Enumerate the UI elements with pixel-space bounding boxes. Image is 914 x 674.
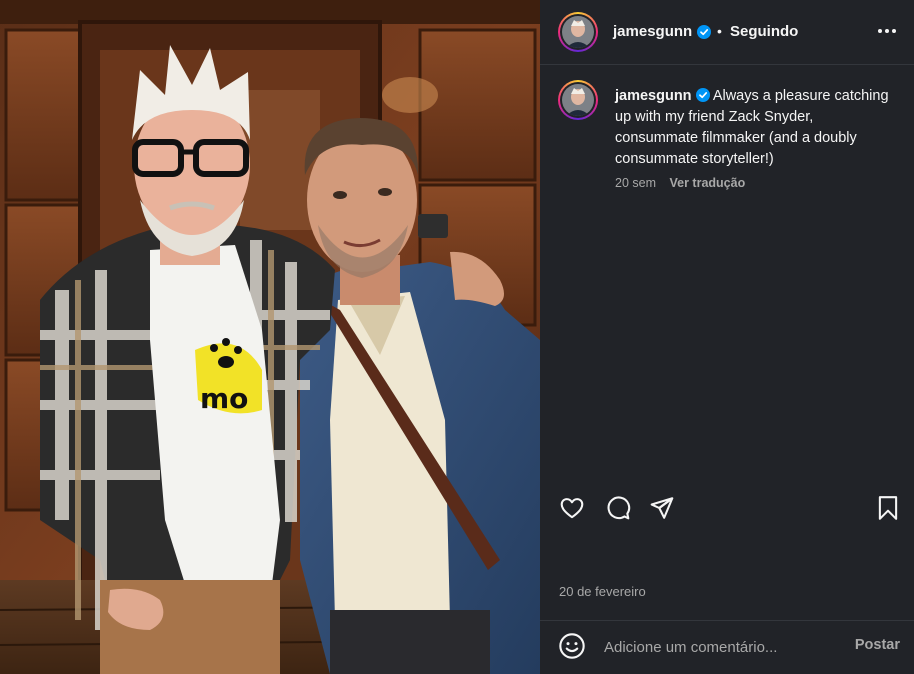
more-options-icon[interactable]	[876, 22, 898, 40]
caption-meta: 20 sem Ver tradução	[615, 176, 745, 190]
avatar-image	[562, 84, 594, 116]
following-button[interactable]: Seguindo	[730, 23, 798, 40]
bookmark-icon	[878, 496, 898, 520]
caption-time[interactable]: 20 sem	[615, 176, 656, 190]
comment-input[interactable]	[602, 634, 836, 660]
post-side-panel: jamesgunn • Seguindo jamesgunn Always a …	[540, 0, 914, 674]
actions-divider	[540, 478, 914, 479]
post-photo-illustration: mo	[0, 0, 540, 674]
caption-username[interactable]: jamesgunn	[615, 88, 692, 104]
avatar-image	[562, 16, 594, 48]
verified-badge-icon	[697, 25, 711, 39]
comment-bar: Postar	[540, 620, 914, 674]
save-button[interactable]	[874, 494, 902, 522]
header-divider	[540, 64, 914, 65]
post-comment-button[interactable]: Postar	[855, 637, 900, 653]
comment-button[interactable]	[604, 494, 632, 522]
avatar[interactable]	[558, 12, 598, 52]
header-username[interactable]: jamesgunn	[613, 23, 692, 40]
share-icon	[650, 497, 674, 519]
verified-badge-icon	[695, 88, 710, 102]
share-button[interactable]	[648, 494, 676, 522]
caption-avatar[interactable]	[558, 80, 598, 120]
post-header: jamesgunn • Seguindo	[540, 0, 914, 64]
comment-icon	[607, 496, 631, 520]
emoji-icon[interactable]	[558, 632, 586, 660]
post-photo[interactable]: mo	[0, 0, 540, 674]
header-separator: •	[717, 23, 722, 39]
post-date[interactable]: 20 de fevereiro	[559, 584, 646, 599]
heart-icon	[560, 498, 584, 519]
instagram-post: mo jamesgunn • Seguindo jamesgunn Always…	[0, 0, 914, 674]
like-button[interactable]	[558, 494, 586, 522]
translate-link[interactable]: Ver tradução	[669, 176, 745, 190]
caption-text: jamesgunn Always a pleasure catching up …	[615, 86, 895, 170]
action-bar	[540, 490, 914, 524]
svg-text:mo: mo	[200, 382, 248, 415]
